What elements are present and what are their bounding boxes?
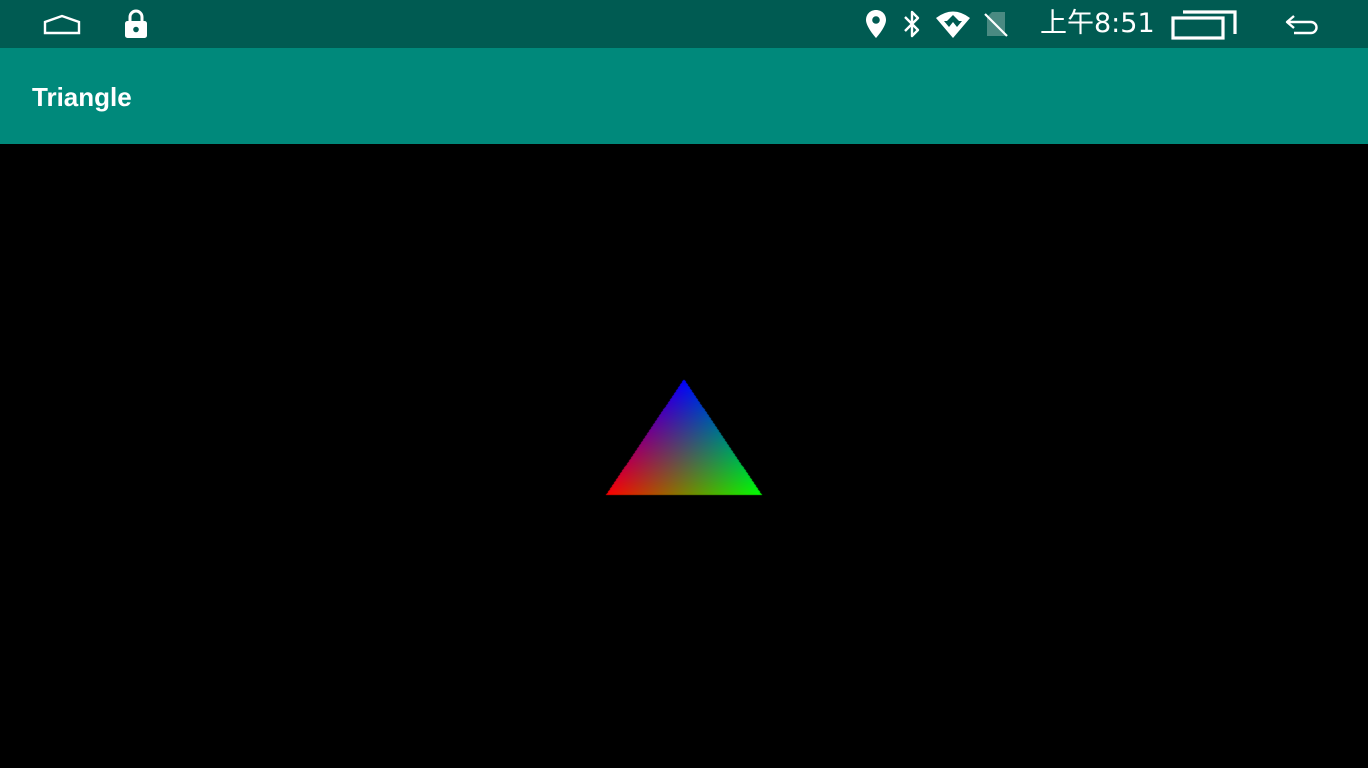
- gl-surface[interactable]: [0, 144, 1368, 768]
- recent-apps-icon[interactable]: [1168, 0, 1240, 48]
- home-icon[interactable]: [40, 0, 84, 48]
- back-icon[interactable]: [1282, 0, 1322, 48]
- wifi-icon: [934, 0, 972, 48]
- lock-icon: [120, 0, 152, 48]
- triangle-canvas: [0, 144, 1368, 768]
- no-sim-icon: [982, 0, 1010, 48]
- location-icon: [862, 0, 890, 48]
- app-title: Triangle: [32, 82, 132, 112]
- clock: 上午8:51: [1040, 8, 1155, 39]
- status-bar: 上午8:51: [0, 0, 1368, 48]
- bluetooth-icon: [900, 0, 924, 48]
- app-bar: Triangle: [0, 48, 1368, 144]
